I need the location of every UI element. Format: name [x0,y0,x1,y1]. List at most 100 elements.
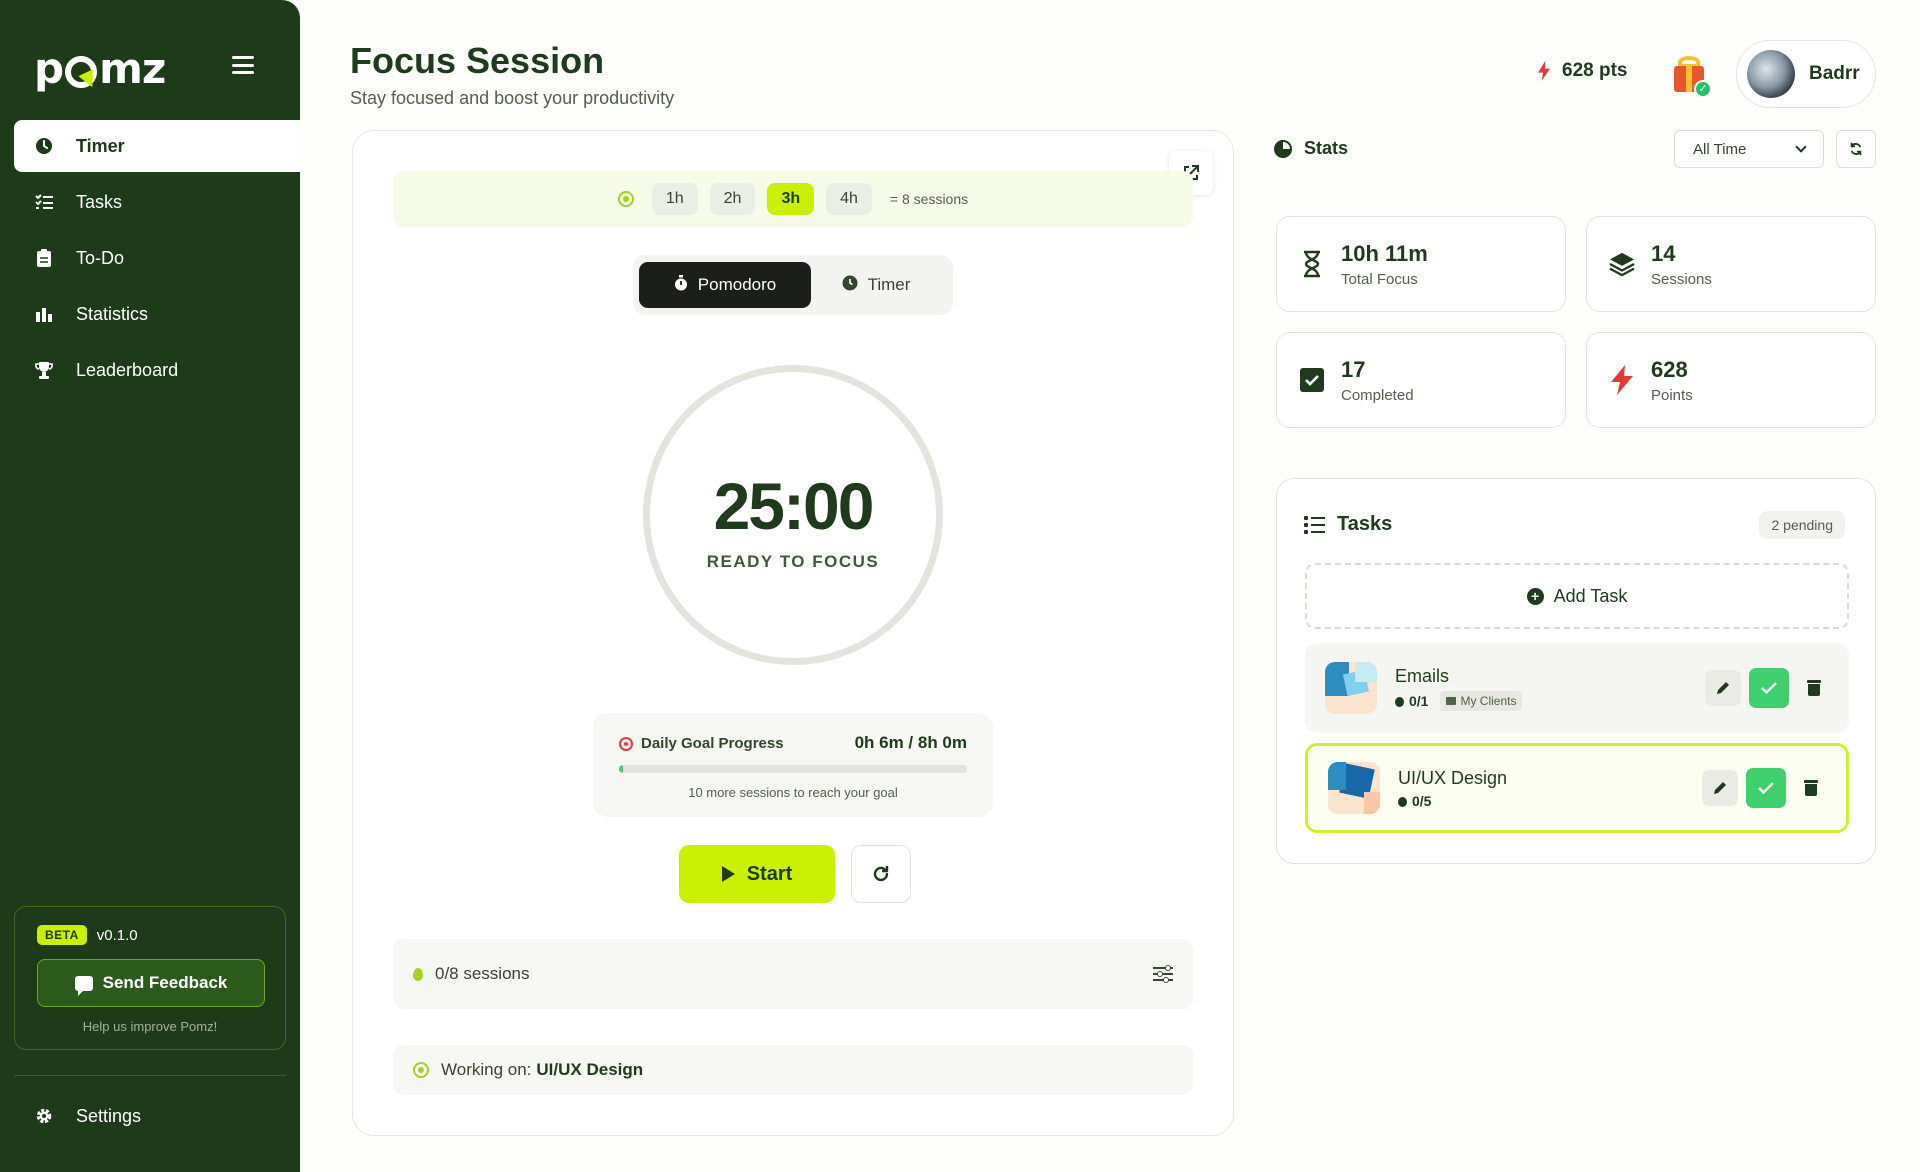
user-menu[interactable]: Badrr [1736,40,1876,108]
progress-fill [619,765,624,773]
hour-option-2h[interactable]: 2h [709,183,756,215]
sidebar-item-leaderboard[interactable]: Leaderboard [14,344,300,396]
sidebar-item-todo[interactable]: To-Do [14,232,300,284]
clock-icon [34,136,54,156]
stopwatch-icon [1398,796,1407,807]
stat-label: Total Focus [1341,270,1418,288]
target-icon [617,191,634,207]
target-icon [413,1062,429,1078]
refresh-stats-button[interactable] [1836,130,1876,168]
bolt-icon [1609,365,1635,395]
task-title: UI/UX Design [1398,767,1508,788]
hour-option-3h[interactable]: 3h [767,183,815,215]
sidebar-item-label: To-Do [76,247,125,268]
pomz-logo[interactable]: p mz [34,44,166,93]
task-thumbnail [1325,662,1377,714]
beta-card: BETA v0.1.0 Send Feedback Help us improv… [14,906,286,1050]
daily-goal-hint: 10 more sessions to reach your goal [688,785,898,800]
stat-card-sessions: 14 Sessions [1586,216,1876,312]
stats-header: Stats [1274,138,1348,159]
sidebar-item-settings[interactable]: Settings [14,1090,286,1142]
refresh-icon [873,866,889,882]
timer-ring: 25:00 READY TO FOCUS [643,365,943,665]
version-label: v0.1.0 [96,926,138,944]
points-display: 628 pts [1538,60,1627,82]
edit-button[interactable] [1705,670,1741,706]
sidebar-item-label: Statistics [76,303,149,324]
list-check-icon [34,192,54,212]
stat-value: 17 [1341,356,1366,382]
bar-chart-icon [34,304,54,324]
mode-timer-button[interactable]: Timer [811,262,941,308]
logo-text-right: mz [99,44,166,93]
task-item[interactable]: UI/UX Design 0/5 [1305,743,1849,833]
daily-goal-progress [619,765,967,773]
delete-icon[interactable] [1804,780,1818,796]
hour-option-4h[interactable]: 4h [826,183,872,215]
bolt-icon [1538,61,1550,81]
timer-status: READY TO FOCUS [706,552,880,571]
reset-button[interactable] [851,845,911,903]
sidebar-item-statistics[interactable]: Statistics [14,288,300,340]
stopwatch-icon [1395,696,1404,707]
feedback-label: Send Feedback [102,973,228,992]
beta-badge: BETA [37,925,87,945]
daily-goal-label: Daily Goal Progress [641,735,784,752]
menu-icon[interactable] [232,56,254,74]
stat-card-total-focus: 10h 11m Total Focus [1276,216,1566,312]
time-range-select[interactable]: All Time [1674,130,1824,168]
complete-button[interactable] [1746,768,1786,808]
task-tag: My Clients [1440,690,1523,711]
working-on-task: UI/UX Design [536,1060,644,1079]
sidebar-item-label: Timer [76,135,125,156]
stat-label: Sessions [1651,270,1712,288]
stat-value: 628 [1651,356,1688,382]
add-task-button[interactable]: + Add Task [1305,563,1849,629]
user-name: Badrr [1809,63,1860,84]
time-range-value: All Time [1693,140,1747,158]
sidebar-item-timer[interactable]: Timer [14,120,300,172]
plus-circle-icon: + [1526,587,1544,605]
send-feedback-button[interactable]: Send Feedback [37,959,265,1007]
settings-sliders-icon[interactable] [1153,965,1173,983]
mode-label: Pomodoro [697,275,777,294]
mode-label: Timer [867,275,911,294]
task-meta: 0/5 [1398,793,1507,809]
help-text: Help us improve Pomz! [82,1019,218,1034]
logo-text-left: p [34,44,64,93]
delete-icon[interactable] [1807,680,1821,696]
tomato-icon [413,967,423,981]
hour-option-1h[interactable]: 1h [651,183,698,215]
tasks-panel: Tasks 2 pending + Add Task Emails 0/1 My… [1276,478,1876,864]
mode-pomodoro-button[interactable]: Pomodoro [639,262,811,308]
check-badge-icon: ✓ [1694,80,1712,98]
start-button[interactable]: Start [679,845,835,903]
task-title: Emails [1395,665,1450,686]
sidebar-item-tasks[interactable]: Tasks [14,176,300,228]
edit-button[interactable] [1702,770,1738,806]
avatar [1747,50,1795,98]
stat-label: Points [1651,386,1693,404]
gift-icon[interactable]: ✓ [1672,54,1712,98]
start-label: Start [746,862,793,885]
task-tag-label: My Clients [1460,693,1517,708]
add-task-label: Add Task [1553,585,1628,606]
play-icon [721,866,735,882]
complete-button[interactable] [1749,668,1789,708]
clipboard-icon [34,248,54,268]
working-on-label: Working on: [441,1060,532,1079]
sessions-count: 0/8 sessions [435,964,530,983]
task-item[interactable]: Emails 0/1 My Clients [1305,643,1849,733]
stat-card-completed: 17 Completed [1276,332,1566,428]
page-title: Focus Session [350,40,605,81]
daily-goal-card: Daily Goal Progress 0h 6m / 8h 0m 10 mor… [593,713,993,817]
hourglass-icon [1299,249,1325,279]
stopwatch-icon [674,275,688,295]
sidebar-item-label: Leaderboard [76,359,179,380]
tasks-header: Tasks [1304,513,1392,536]
folder-icon [1446,696,1457,705]
task-progress: 0/5 [1412,792,1432,809]
working-on-bar: Working on: UI/UX Design [393,1045,1193,1095]
focus-card: 1h 2h 3h 4h = 8 sessions Pomodoro Timer … [352,130,1234,1136]
checkbox-icon [1299,365,1325,395]
